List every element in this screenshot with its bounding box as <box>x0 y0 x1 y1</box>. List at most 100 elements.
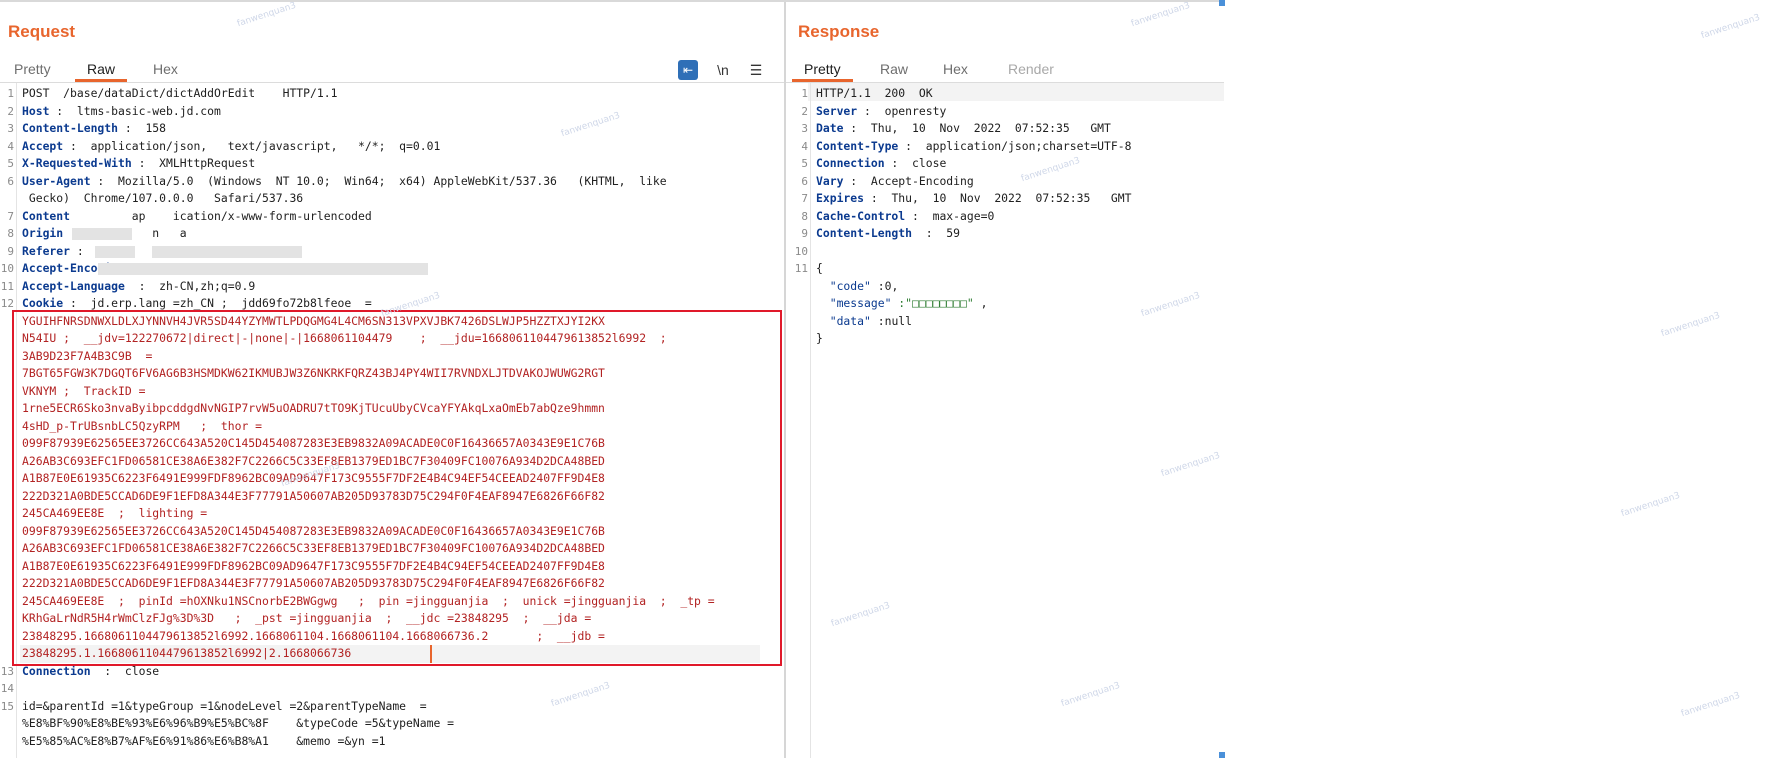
tab-raw[interactable]: Raw <box>75 58 128 82</box>
line-number: 10 <box>0 262 14 275</box>
line-number: 5 <box>801 157 808 170</box>
header-name: Cookie <box>22 296 64 310</box>
line-number: 4 <box>801 139 808 153</box>
tab-pretty[interactable]: Pretty <box>2 58 63 80</box>
line-number: 10 <box>794 244 808 258</box>
header-name: Expires <box>816 191 865 205</box>
response-title: Response <box>798 22 880 41</box>
header-value: : XMLHttpRequest <box>131 156 256 170</box>
header-value: : max-age=0 <box>905 208 995 223</box>
code-line: Content-Length : 59 <box>816 225 960 243</box>
response-tabs: Pretty Raw Hex Render <box>786 54 1224 83</box>
header-value: ap ication/x-www-form-urlencoded <box>70 208 372 223</box>
code-line: Expires : Thu, 10 Nov 2022 07:52:35 GMT <box>816 190 1131 208</box>
code-line: Vary : Accept-Encoding <box>816 173 974 191</box>
empty-workspace <box>1224 0 1771 758</box>
text: POST /base/dataDict/dictAddOrEdit HTTP/1… <box>22 86 338 100</box>
header-value: : 59 <box>912 226 961 240</box>
header-name: Vary <box>816 173 844 188</box>
code-line: { <box>816 260 823 278</box>
header-name: Cache-Control <box>816 208 906 223</box>
response-pane: Response Pretty Raw Hex Render 1 HTTP/1.1… <box>786 2 1224 758</box>
line-number: 6 <box>7 174 14 188</box>
line-number: 9 <box>7 244 14 258</box>
header-value: : <box>70 243 98 258</box>
newline-toggle[interactable]: \n <box>713 60 733 80</box>
tab-pretty[interactable]: Pretty <box>792 58 853 82</box>
text-cursor <box>430 645 432 663</box>
header-name: User-Agent <box>22 173 91 188</box>
text: { <box>816 261 823 275</box>
line-number: 11 <box>794 262 808 275</box>
header-name: Content-Type <box>816 138 899 153</box>
code-line: %E8%BF%90%E8%BE%93%E6%96%B9%E5%BC%8F &ty… <box>22 715 454 733</box>
wrap-lines-icon[interactable]: ⇤ <box>678 60 698 80</box>
code-line: User-Agent : Mozilla/5.0 (Windows NT 10.… <box>22 173 667 191</box>
tab-raw[interactable]: Raw <box>868 58 920 80</box>
hamburger-menu-icon[interactable]: ☰ <box>746 60 766 80</box>
text: %E5%85%AC%E8%B7%AF%E6%91%86%E6%B8%A1 &me… <box>22 733 386 748</box>
header-value: : openresty <box>857 103 947 118</box>
code-line: Server : openresty <box>816 103 946 121</box>
tab-hex[interactable]: Hex <box>931 58 980 80</box>
json-string: :"□□□□□□□□" <box>891 296 974 310</box>
code-line: Content-Type : application/json;charset=… <box>816 138 1131 156</box>
request-tabs: Pretty Raw Hex ⇤ \n ☰ <box>0 54 784 83</box>
header-name: Connection <box>816 156 885 170</box>
code-line: Accept : application/json, text/javascri… <box>22 138 440 156</box>
tab-hex[interactable]: Hex <box>141 58 190 80</box>
line-number: 7 <box>7 209 14 223</box>
redacted-region <box>72 228 132 240</box>
code-line: id=&parentId =1&typeGroup =1&nodeLevel =… <box>22 698 427 716</box>
code-line: Connection : close <box>816 155 946 173</box>
line-number: 3 <box>801 122 808 135</box>
text: Gecko) Chrome/107.0.0.0 Safari/537.36 <box>22 191 304 205</box>
code-line: HTTP/1.1 200 OK <box>816 85 933 103</box>
tab-render[interactable]: Render <box>996 58 1066 80</box>
line-number: 14 <box>0 682 14 695</box>
header-name: Accept <box>22 138 64 153</box>
line-number: 4 <box>7 139 14 153</box>
header-name: X-Requested-With <box>22 156 132 170</box>
header-value: : Thu, 10 Nov 2022 07:52:35 GMT <box>864 191 1132 205</box>
header-name: Accept-Language <box>22 278 125 293</box>
text: HTTP/1.1 200 OK <box>816 86 933 100</box>
header-value: : zh-CN,zh;q=0.9 <box>124 278 256 293</box>
header-value: : Mozilla/5.0 (Windows NT 10.0; Win64; x… <box>90 173 667 188</box>
redacted-region <box>152 245 302 258</box>
redacted-region <box>98 263 428 275</box>
code-line: Content ap ication/x-www-form-urlencoded <box>22 208 372 226</box>
code-line: Accept-Language : zh-CN,zh;q=0.9 <box>22 278 255 296</box>
code-line: Gecko) Chrome/107.0.0.0 Safari/537.36 <box>22 190 303 208</box>
code-line: Referer : <box>22 243 97 261</box>
resize-handle[interactable] <box>1219 752 1225 758</box>
header-name: Host <box>22 103 50 118</box>
line-number: 9 <box>801 227 808 240</box>
response-editor[interactable]: 1 HTTP/1.1 200 OK 2 Server : openresty 3 Date… <box>786 83 1224 758</box>
header-value: : Thu, 10 Nov 2022 07:52:35 GMT <box>843 121 1111 135</box>
json-punct: , <box>973 296 988 310</box>
line-number: 5 <box>7 157 14 170</box>
request-pane: Request Pretty Raw Hex ⇤ \n ☰ 1 POST /bas… <box>0 2 784 758</box>
header-name: Content-Length <box>816 226 913 240</box>
json-key: "data" <box>816 313 871 328</box>
code-line: "code" :0, <box>816 278 899 296</box>
json-value: :null <box>870 313 913 328</box>
request-editor[interactable]: 1 POST /base/dataDict/dictAddOrEdit HTTP/… <box>0 83 784 758</box>
json-key: "message" <box>816 296 892 310</box>
header-name: Connection <box>22 663 91 678</box>
code-line: X-Requested-With : XMLHttpRequest <box>22 155 255 173</box>
line-number: 2 <box>7 104 14 118</box>
header-name: Origin <box>22 226 64 240</box>
code-line: Content-Length : 158 <box>22 120 166 138</box>
code-line: } <box>816 330 823 348</box>
code-line: Date : Thu, 10 Nov 2022 07:52:35 GMT <box>816 120 1111 138</box>
code-line: "data" :null <box>816 313 912 331</box>
code-line: Host : ltms-basic-web.jd.com <box>22 103 221 121</box>
resize-handle[interactable] <box>1219 0 1225 6</box>
header-value: : ltms-basic-web.jd.com <box>49 103 221 118</box>
text: } <box>816 331 823 345</box>
line-number: 8 <box>7 227 14 240</box>
header-value: : Accept-Encoding <box>843 173 974 188</box>
json-value: :0, <box>870 278 899 293</box>
